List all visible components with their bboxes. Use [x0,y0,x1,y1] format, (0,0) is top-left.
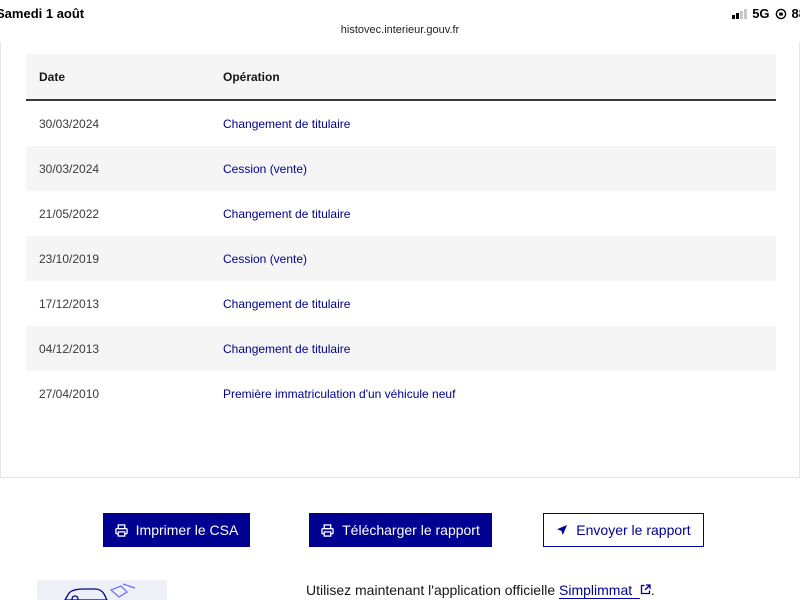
row-operation: Cession (vente) [223,251,308,266]
row-date: 04/12/2013 [39,341,100,356]
send-report-button[interactable]: Envoyer le rapport [543,513,704,547]
row-operation: Changement de titulaire [223,116,351,131]
table-header: Date Opération [26,54,776,101]
url-bar[interactable]: histovec.interieur.gouv.fr [0,24,800,36]
external-link-icon [640,584,651,595]
battery-level: 88 [791,6,800,21]
send-report-label: Envoyer le rapport [576,522,691,538]
printer-icon [114,523,128,537]
row-operation: Changement de titulaire [223,206,351,221]
status-indicators: 5G 88 [732,6,800,21]
simplimmat-link[interactable]: Simplimmat [559,582,651,598]
print-csa-button[interactable]: Imprimer le CSA [103,513,250,547]
table-row: 17/12/2013 Changement de titulaire [26,281,776,326]
table-row: 04/12/2013 Changement de titulaire [26,326,776,371]
promo-sentence: Utilisez maintenant l'application offici… [306,582,559,598]
send-icon [557,525,568,535]
table-row: 23/10/2019 Cession (vente) [26,236,776,281]
header-date: Date [39,69,66,84]
network-label: 5G [752,6,770,21]
header-operation: Opération [223,69,280,84]
promo-text: Utilisez maintenant l'application offici… [306,582,655,598]
row-operation: Cession (vente) [223,161,308,176]
table-row: 30/03/2024 Changement de titulaire [26,101,776,146]
status-time: Samedi 1 août [0,6,85,21]
history-table: Date Opération 30/03/2024 Changement de … [26,54,776,416]
row-date: 23/10/2019 [39,251,100,266]
printer-icon [321,523,334,537]
row-operation: Changement de titulaire [223,341,351,356]
download-report-button[interactable]: Télécharger le rapport [309,513,492,547]
status-bar: Samedi 1 août 5G 88 [0,0,800,24]
orientation-lock-icon [775,8,786,19]
row-date: 30/03/2024 [39,161,100,176]
row-date: 30/03/2024 [39,116,100,131]
row-operation: Première immatriculation d'un véhicule n… [223,386,456,401]
table-row: 21/05/2022 Changement de titulaire [26,191,776,236]
download-report-label: Télécharger le rapport [342,522,480,538]
row-date: 27/04/2010 [39,386,100,401]
row-date: 21/05/2022 [39,206,100,221]
table-row: 27/04/2010 Première immatriculation d'un… [26,371,776,416]
table-row: 30/03/2024 Cession (vente) [26,146,776,191]
row-operation: Changement de titulaire [223,296,351,311]
vehicle-illustration [37,580,167,600]
history-card: Date Opération 30/03/2024 Changement de … [0,42,800,478]
print-csa-label: Imprimer le CSA [135,522,239,538]
signal-icon [732,8,748,19]
row-date: 17/12/2013 [39,296,100,311]
report-actions: Imprimer le CSA Télécharger le rapport E… [0,513,800,547]
promo-suffix: . [650,582,655,598]
simplimmat-link-label: Simplimmat [559,582,633,598]
